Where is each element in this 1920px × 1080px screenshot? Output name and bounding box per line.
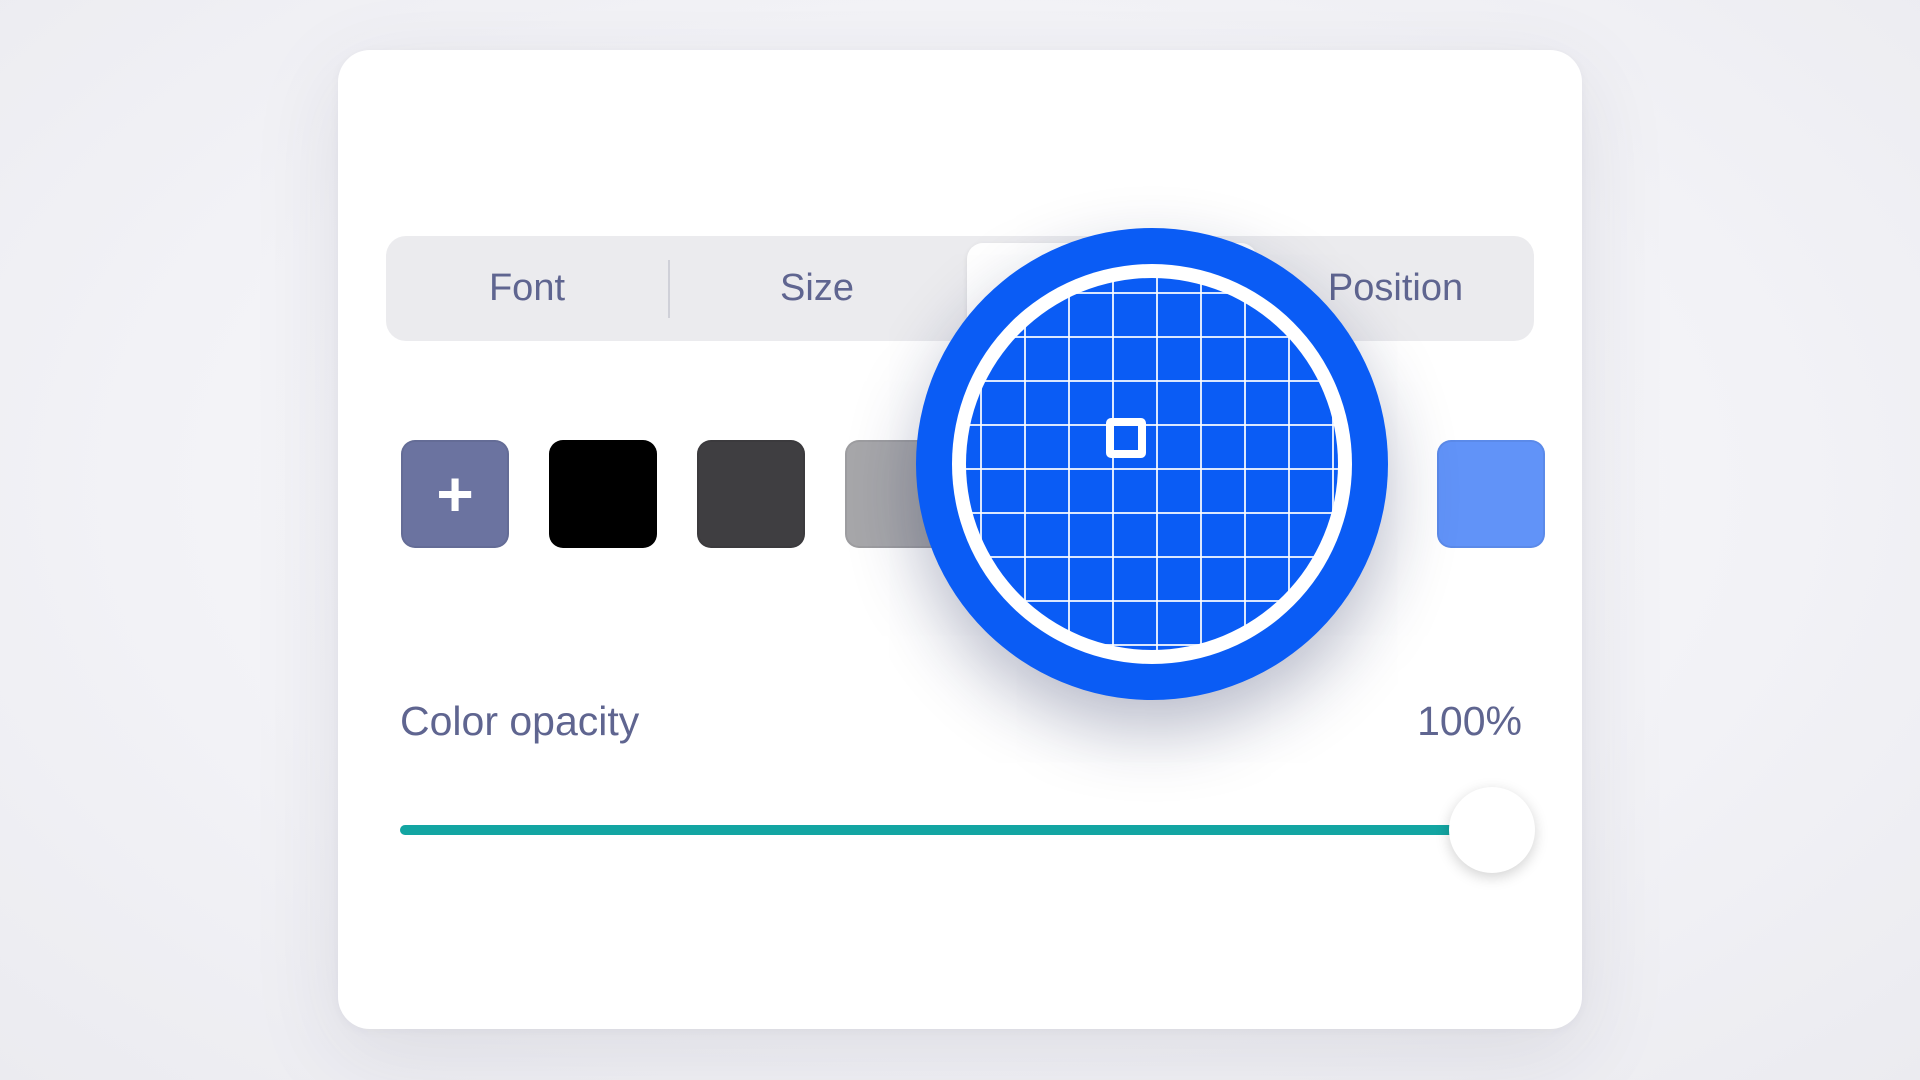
crosshair-pixel-icon [1106, 418, 1146, 458]
opacity-slider[interactable] [400, 787, 1535, 873]
tab-size[interactable]: Size [673, 236, 961, 341]
tab-font[interactable]: Font [386, 236, 668, 341]
app-canvas: Font Size Color Position + Color opacity… [0, 0, 1920, 1080]
add-color-button[interactable]: + [401, 440, 509, 548]
plus-icon: + [436, 458, 474, 530]
opacity-value: 100% [1417, 698, 1522, 744]
magnifier-pixel-grid [966, 278, 1338, 650]
eyedropper-magnifier[interactable] [916, 228, 1388, 700]
slider-fill [400, 825, 1492, 835]
swatch-dark-gray[interactable] [697, 440, 805, 548]
slider-thumb[interactable] [1449, 787, 1535, 873]
swatch-black[interactable] [549, 440, 657, 548]
tab-divider [668, 260, 670, 318]
opacity-label: Color opacity [400, 698, 640, 744]
swatch-light-blue[interactable] [1437, 440, 1545, 548]
